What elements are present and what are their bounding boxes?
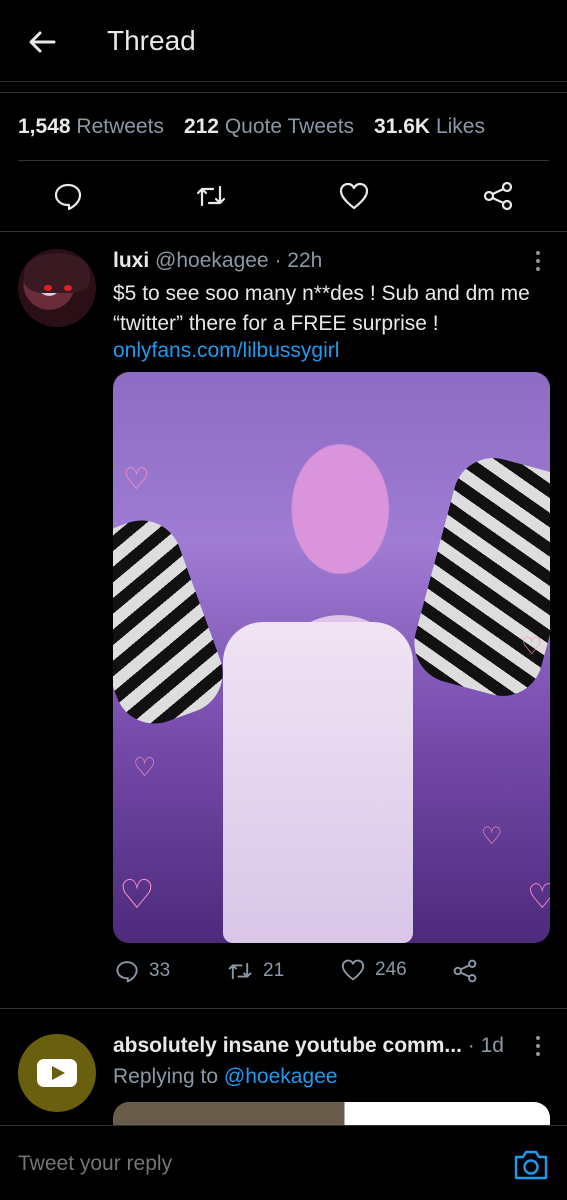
retweet-icon [228, 962, 252, 980]
reply-composer [0, 1125, 567, 1200]
quotes-count: 212 [183, 114, 219, 138]
share-icon [453, 959, 477, 983]
like-button[interactable] [336, 178, 372, 214]
arrow-left-icon [29, 31, 56, 53]
quotes-stat[interactable]: 212 Quote Tweets [184, 115, 354, 139]
retweet-button[interactable] [193, 178, 229, 214]
page-title: Thread [107, 25, 196, 56]
replying-to-label: Replying to [113, 1065, 219, 1088]
like-count: 246 [375, 959, 407, 980]
more-vertical-icon [536, 1036, 540, 1056]
heart-icon [341, 959, 365, 981]
like-action[interactable]: 246 [341, 959, 407, 981]
reply-input[interactable] [18, 1152, 478, 1176]
reply-action[interactable]: 33 [115, 959, 170, 983]
retweets-stat[interactable]: 1,548 Retweets [18, 115, 164, 139]
reply-count: 33 [149, 960, 171, 981]
reply-button[interactable] [50, 178, 86, 214]
likes-count: 31.6K [374, 114, 431, 138]
retweets-count: 1,548 [18, 114, 71, 138]
replying-to-handle[interactable]: @hoekagee [224, 1065, 338, 1088]
camera-button[interactable] [512, 1148, 550, 1182]
heart-icon [339, 182, 369, 210]
more-vertical-icon [536, 251, 540, 271]
reply-icon [54, 183, 82, 211]
author-name[interactable]: luxi [113, 249, 149, 272]
tweet-image[interactable]: ♡ ♡ ♡ ♡ ♡ ♡ [113, 372, 550, 943]
retweet-count: 21 [263, 960, 285, 981]
tweet-author-line: luxi @hoekagee · 22h [113, 249, 322, 273]
tweet-text: $5 to see soo many n**des ! Sub and dm m… [113, 282, 530, 335]
reply-icon [116, 961, 138, 983]
share-action[interactable] [453, 959, 487, 983]
share-button[interactable] [480, 178, 516, 214]
play-icon [37, 1059, 77, 1087]
avatar[interactable] [18, 249, 96, 327]
share-icon [483, 181, 513, 211]
main-tweet-actions [0, 160, 567, 232]
retweet-icon [196, 185, 226, 207]
retweet-action[interactable]: 21 [227, 959, 284, 983]
camera-icon [514, 1150, 548, 1180]
tweet-author-line: absolutely insane youtube comm... · 1d [113, 1034, 504, 1058]
author-name[interactable]: absolutely insane youtube comm... [113, 1034, 462, 1057]
likes-stat[interactable]: 31.6K Likes [374, 115, 485, 139]
tweet-actions: 33 21 246 [113, 955, 553, 991]
author-handle[interactable]: @hoekagee [155, 249, 269, 272]
tweet-time: · 22h [274, 249, 323, 272]
retweets-label: Retweets [76, 114, 164, 138]
engagement-stats: 1,548 Retweets 212 Quote Tweets 31.6K Li… [0, 92, 567, 161]
tweet-time: · 1d [467, 1034, 504, 1057]
more-options-button[interactable] [526, 1034, 550, 1058]
avatar[interactable] [18, 1034, 96, 1112]
replying-to: Replying to @hoekagee [113, 1065, 337, 1089]
more-options-button[interactable] [526, 249, 550, 273]
tweet-link[interactable]: onlyfans.com/lilbussygirl [113, 339, 339, 363]
back-button[interactable] [22, 24, 62, 60]
likes-label: Likes [435, 114, 485, 138]
quotes-label: Quote Tweets [224, 114, 355, 138]
reply-tweet[interactable]: luxi @hoekagee · 22h $5 to see soo many … [0, 233, 567, 1009]
top-bar: Thread [0, 0, 567, 82]
